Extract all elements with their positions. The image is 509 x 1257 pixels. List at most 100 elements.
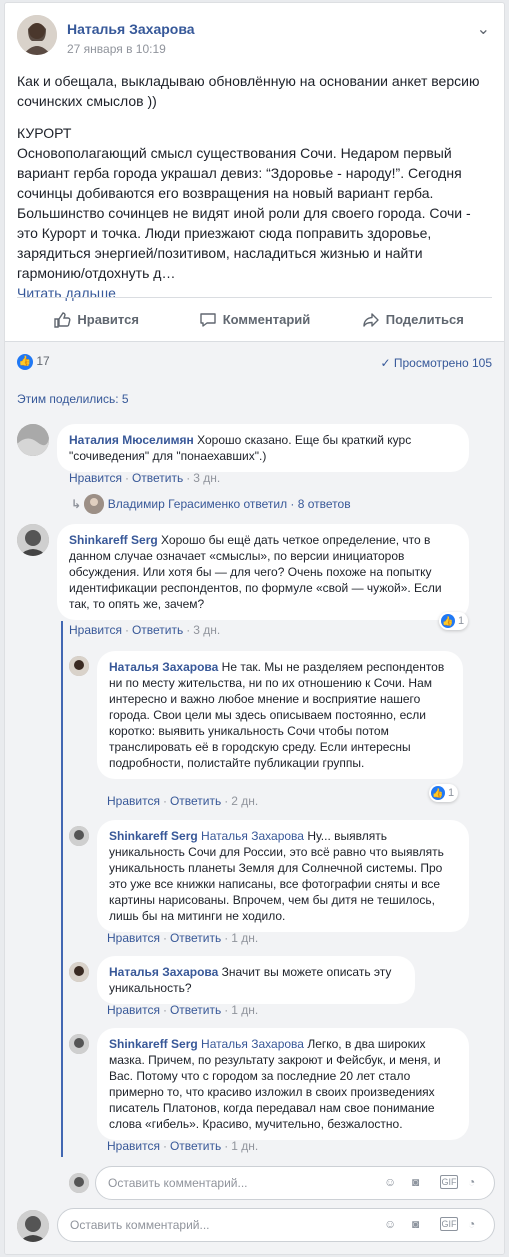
views-label: Просмотрено 105 bbox=[393, 356, 492, 370]
comment-meta: Нравится · Ответить · 3 дн. bbox=[69, 623, 221, 637]
comment-time[interactable]: 3 дн. bbox=[193, 623, 220, 637]
avatar[interactable] bbox=[69, 962, 89, 982]
avatar bbox=[84, 494, 105, 514]
comment-like-link[interactable]: Нравится bbox=[69, 471, 122, 485]
comment-label: Комментарий bbox=[222, 312, 311, 327]
shares-link[interactable]: Этим поделились: 5 bbox=[17, 392, 129, 406]
comment-button[interactable]: Комментарий bbox=[175, 298, 333, 341]
comment-bubble: Наталья Захарова Не так. Мы не разделяем… bbox=[97, 651, 463, 779]
check-icon: ✓ bbox=[380, 356, 391, 370]
camera-icon[interactable]: ◙ bbox=[412, 1175, 430, 1193]
post-actions: Нравится Комментарий Поделиться bbox=[17, 297, 492, 341]
avatar[interactable] bbox=[17, 424, 49, 456]
comment-time[interactable]: 1 дн. bbox=[231, 1139, 258, 1153]
comment-meta: Нравится · Ответить · 1 дн. bbox=[107, 1003, 259, 1017]
avatar bbox=[69, 1173, 89, 1193]
author-avatar[interactable] bbox=[17, 15, 57, 55]
post-section-title: КУРОРТ bbox=[17, 125, 72, 141]
reply-comment-input[interactable]: Оставить комментарий... ☺ ◙ GIF ◔ bbox=[95, 1166, 495, 1200]
like-reaction-icon: 👍 bbox=[431, 786, 445, 800]
like-reaction-icon: 👍 bbox=[17, 354, 33, 370]
replies-summary-text: Владимир Герасименко ответил · 8 ответов bbox=[107, 497, 351, 512]
comment-mention[interactable]: Наталья Захарова bbox=[201, 1037, 304, 1051]
composer-icons: ☺ ◙ GIF ◔ bbox=[384, 1217, 486, 1235]
comment-like-link[interactable]: Нравится bbox=[107, 794, 160, 808]
comment-bubble: Наталия Мюселимян Хорошо сказано. Еще бы… bbox=[57, 424, 469, 472]
main-comment-input[interactable]: Оставить комментарий... ☺ ◙ GIF ◔ bbox=[57, 1208, 495, 1242]
comment-reactions[interactable]: 👍 1 bbox=[429, 784, 459, 802]
comment-text: Легко, в два широких мазка. Причем, по р… bbox=[109, 1037, 441, 1131]
comment-author[interactable]: Наталья Захарова bbox=[109, 660, 218, 674]
post-card: Наталья Захарова 27 января в 10:19 ⌄ Как… bbox=[4, 2, 505, 1255]
sticker-icon[interactable]: ◔ bbox=[468, 1175, 486, 1193]
comment-meta: Нравится · Ответить · 1 дн. bbox=[107, 1139, 259, 1153]
comment-text: Не так. Мы не разделяем респондентов ни … bbox=[109, 660, 445, 770]
comment-time[interactable]: 3 дн. bbox=[193, 471, 220, 485]
comment-meta: Нравится · Ответить · 3 дн. bbox=[69, 471, 221, 485]
post-date[interactable]: 27 января в 10:19 bbox=[67, 42, 166, 56]
comment-reply-link[interactable]: Ответить bbox=[170, 931, 221, 945]
comments-section: 👍 17 ✓ Просмотрено 105 Этим поделились: … bbox=[5, 341, 504, 1254]
post-header: Наталья Захарова 27 января в 10:19 ⌄ bbox=[17, 15, 492, 63]
avatar[interactable] bbox=[17, 524, 49, 556]
comment-bubble: Shinkareff Serg Хорошо бы ещё дать четко… bbox=[57, 524, 469, 620]
share-button[interactable]: Поделиться bbox=[334, 298, 492, 341]
avatar[interactable] bbox=[69, 1034, 89, 1054]
comment-reactions[interactable]: 👍 1 bbox=[439, 612, 469, 630]
likes-count[interactable]: 👍 17 bbox=[17, 354, 50, 370]
reply-arrow-icon: ↳ bbox=[71, 497, 82, 512]
reply-thread-line bbox=[61, 621, 63, 1157]
like-button[interactable]: Нравится bbox=[17, 298, 175, 341]
views-count[interactable]: ✓ Просмотрено 105 bbox=[380, 356, 492, 370]
main-input-placeholder: Оставить комментарий... bbox=[70, 1218, 210, 1232]
comment-author[interactable]: Shinkareff Serg bbox=[109, 1037, 198, 1051]
reaction-count: 1 bbox=[458, 615, 465, 627]
comment-meta: Нравится · Ответить · 1 дн. bbox=[107, 931, 259, 945]
comment-time[interactable]: 1 дн. bbox=[231, 931, 258, 945]
comment-like-link[interactable]: Нравится bbox=[107, 1003, 160, 1017]
like-label: Нравится bbox=[77, 312, 139, 327]
comment-author[interactable]: Shinkareff Serg bbox=[69, 533, 158, 547]
composer-icons: ☺ ◙ GIF ◔ bbox=[384, 1175, 486, 1193]
comment-time[interactable]: 1 дн. bbox=[231, 1003, 258, 1017]
comment-reply-link[interactable]: Ответить bbox=[170, 794, 221, 808]
comment-text: Ну... выявлять уникальность Сочи для Рос… bbox=[109, 829, 444, 923]
like-reaction-icon: 👍 bbox=[441, 614, 455, 628]
comment-reply-link[interactable]: Ответить bbox=[132, 623, 183, 637]
comment-mention[interactable]: Наталья Захарова bbox=[201, 829, 304, 843]
share-label: Поделиться bbox=[385, 312, 464, 327]
likes-number: 17 bbox=[36, 354, 50, 369]
post-intro: Как и обещала, выкладываю обновлённую на… bbox=[17, 73, 480, 109]
comment-like-link[interactable]: Нравится bbox=[107, 931, 160, 945]
post-author[interactable]: Наталья Захарова bbox=[67, 21, 195, 37]
avatar[interactable] bbox=[69, 656, 89, 676]
gif-icon[interactable]: GIF bbox=[440, 1175, 458, 1189]
thumbs-up-icon bbox=[54, 311, 71, 328]
comment-meta: Нравится · Ответить · 2 дн. bbox=[107, 794, 259, 808]
reply-input-placeholder: Оставить комментарий... bbox=[108, 1176, 248, 1190]
gif-icon[interactable]: GIF bbox=[440, 1217, 458, 1231]
emoji-icon[interactable]: ☺ bbox=[384, 1217, 402, 1235]
sticker-icon[interactable]: ◔ bbox=[468, 1217, 486, 1235]
comment-icon bbox=[200, 312, 216, 327]
avatar bbox=[17, 1210, 49, 1242]
replies-summary[interactable]: ↳ Владимир Герасименко ответил · 8 ответ… bbox=[71, 494, 351, 515]
comment-time[interactable]: 2 дн. bbox=[231, 794, 258, 808]
comment-reply-link[interactable]: Ответить bbox=[170, 1003, 221, 1017]
chevron-down-icon[interactable]: ⌄ bbox=[477, 19, 490, 39]
camera-icon[interactable]: ◙ bbox=[412, 1217, 430, 1235]
comment-like-link[interactable]: Нравится bbox=[107, 1139, 160, 1153]
avatar[interactable] bbox=[69, 826, 89, 846]
share-icon bbox=[363, 312, 379, 327]
comment-reply-link[interactable]: Ответить bbox=[132, 471, 183, 485]
emoji-icon[interactable]: ☺ bbox=[384, 1175, 402, 1193]
comment-author[interactable]: Shinkareff Serg bbox=[109, 829, 198, 843]
comment-author[interactable]: Наталья Захарова bbox=[109, 965, 218, 979]
comment-reply-link[interactable]: Ответить bbox=[170, 1139, 221, 1153]
post-body: Как и обещала, выкладываю обновлённую на… bbox=[17, 71, 494, 303]
comment-bubble: Shinkareff Serg Наталья Захарова Легко, … bbox=[97, 1028, 469, 1140]
post-section-text: Основополагающий смысл существования Соч… bbox=[17, 145, 471, 281]
comment-like-link[interactable]: Нравится bbox=[69, 623, 122, 637]
comment-bubble: Наталья Захарова Значит вы можете описат… bbox=[97, 956, 415, 1004]
comment-author[interactable]: Наталия Мюселимян bbox=[69, 433, 194, 447]
